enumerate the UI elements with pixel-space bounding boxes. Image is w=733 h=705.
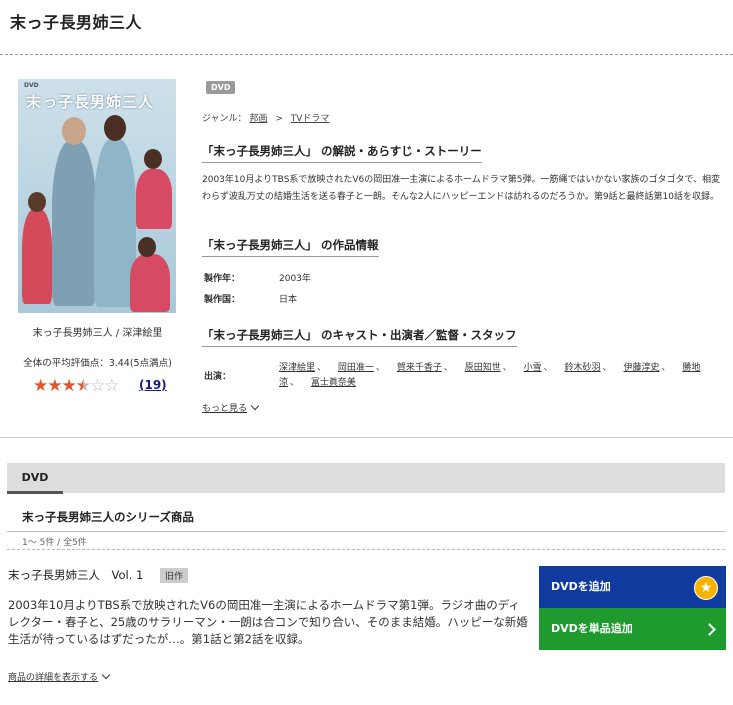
synopsis-heading: 「末っ子長男姉三人」 の解説・あらすじ・ストーリー [202,143,482,163]
show-more-link[interactable]: もっと見る [202,401,260,414]
cast-link[interactable]: 小雪 [524,363,542,373]
cover-image[interactable]: DVD 末っ子長男姉三人 [18,79,176,313]
format-badge: DVD [206,81,236,94]
cast-label: 出演： [204,372,232,382]
chevron-down-icon [250,401,260,411]
chevron-down-icon [101,670,111,680]
star-empty-icon: ☆ [104,376,119,396]
country-label: 製作国： [204,295,241,305]
cast-link[interactable]: 深津絵里 [279,363,315,373]
add-dvd-label: DVDを追加 [551,580,611,593]
cover-figure [22,209,52,304]
cover-figure [28,192,46,212]
chevron-right-icon [703,623,716,636]
breadcrumb-separator: > [275,114,283,124]
cover-figure [104,115,126,141]
genre-breadcrumb: ジャンル： 邦画 > TVドラマ [202,111,329,124]
star-half-icon: ★ [75,376,91,396]
item-detail-link[interactable]: 商品の詳細を表示する [8,670,111,683]
cast-list: 深津絵里、 岡田准一、 賀来千香子、 原田知世、 小雪、 鈴木砂羽、 伊藤淳史、… [279,363,701,388]
star-empty-icon: ☆ [90,376,105,396]
cast-link[interactable]: 原田知世 [465,363,501,373]
star-icon: ★ [47,376,62,396]
cover-figure [136,169,172,229]
star-icon: ★ [61,376,77,396]
cover-figure [52,141,96,306]
cover-dvd-label: DVD [24,82,39,89]
year-label: 製作年： [204,274,241,284]
synopsis-text: 2003年10月よりTBS系で放映されたV6の岡田准一主演によるホームドラマ第5… [202,175,721,202]
cover-figure [144,149,162,169]
country-value: 日本 [279,295,298,305]
year-value: 2003年 [279,274,311,284]
work-info-heading: 「末っ子長男姉三人」 の作品情報 [202,237,379,257]
genre-label: ジャンル： [202,114,247,124]
cast-link[interactable]: 岡田准一 [338,363,374,373]
cover-title-text: 末っ子長男姉三人 [26,93,155,111]
rating-stars: ★★★★☆☆ [33,376,120,396]
header-divider [0,54,733,55]
add-single-dvd-label: DVDを単品追加 [551,622,633,635]
star-icon: ★ [33,376,48,396]
item-description: 2003年10月よりTBS系で放映されたV6の岡田准一主演によるホームドラマ第1… [8,598,528,646]
genre-link-domestic[interactable]: 邦画 [249,114,267,124]
page-title: 末っ子長男姉三人 [10,13,143,32]
result-count: 1～ 5件 / 全5件 [22,538,87,548]
add-single-dvd-button[interactable]: DVDを単品追加 [539,608,726,650]
genre-link-tvdrama[interactable]: TVドラマ [291,114,330,124]
add-dvd-button[interactable]: DVDを追加 ★ [539,566,726,608]
cast-heading: 「末っ子長男姉三人」 のキャスト・出演者／監督・スタッフ [202,327,517,347]
item-detail-label: 商品の詳細を表示する [8,673,99,683]
cover-figure [130,254,170,312]
list-divider [7,549,725,550]
old-release-badge: 旧作 [160,568,189,583]
item-title[interactable]: 末っ子長男姉三人 Vol. 1 [8,567,143,583]
series-title: 末っ子長男姉三人のシリーズ商品 [22,510,194,524]
cast-link[interactable]: 冨士眞奈美 [311,378,356,388]
star-icon: ★ [694,576,718,600]
cover-caption: 末っ子長男姉三人 / 深津絵里 [32,328,163,339]
tab-bar [7,463,725,493]
cover-figure [138,237,156,257]
cast-link[interactable]: 賀来千香子 [397,363,442,373]
cast-link[interactable]: 鈴木砂羽 [565,363,601,373]
rating-label: 全体の平均評価点：3.44(5点満点) [23,358,172,369]
cover-figure [62,117,86,145]
tab-dvd[interactable]: DVD [7,463,63,494]
cast-link[interactable]: 伊藤淳史 [623,363,659,373]
section-divider [0,437,733,438]
show-more-label: もっと見る [202,404,248,414]
review-count-link[interactable]: (19) [139,378,167,392]
series-divider [7,531,725,532]
